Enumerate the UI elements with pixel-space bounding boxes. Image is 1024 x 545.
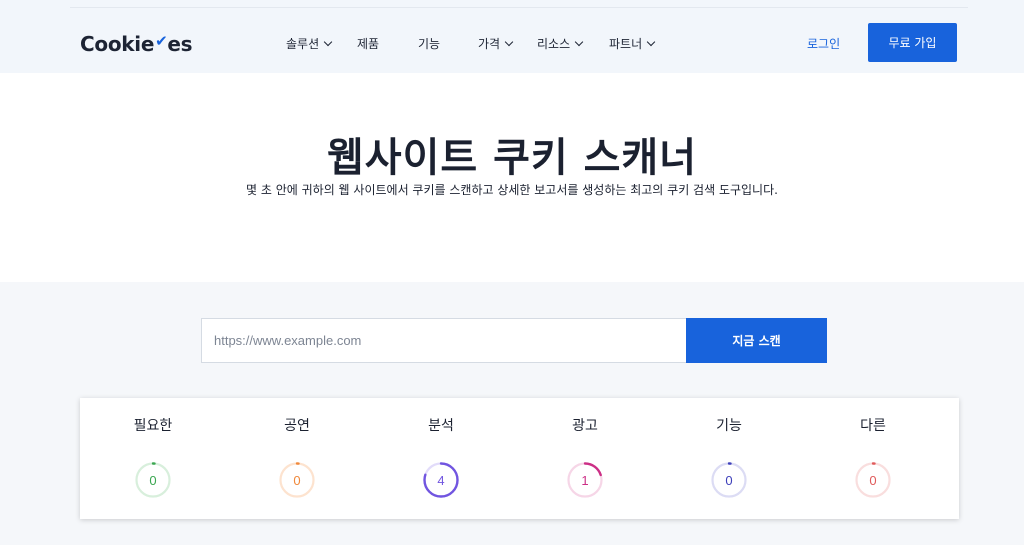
site-header: Cookie ✔ es 솔루션 제품 기능 가격 리소스 파트너 로그인 무료 가입 bbox=[0, 0, 1024, 73]
category-item: 기능 0 bbox=[656, 398, 802, 519]
category-item: 광고 1 bbox=[512, 398, 658, 519]
category-label: 기능 bbox=[716, 418, 742, 434]
category-count: 0 bbox=[149, 472, 157, 488]
nav-item-label: 리소스 bbox=[537, 37, 571, 51]
logo[interactable]: Cookie ✔ es bbox=[80, 32, 193, 56]
category-label: 다른 bbox=[860, 418, 886, 434]
category-count: 0 bbox=[293, 472, 301, 488]
chevron-down-icon bbox=[504, 37, 514, 46]
nav-item[interactable]: 제품 bbox=[357, 35, 379, 52]
page-subtitle: 몇 초 안에 귀하의 웹 사이트에서 쿠키를 스캔하고 상세한 보고서를 생성하… bbox=[246, 183, 778, 197]
category-item: 분석 4 bbox=[368, 398, 514, 519]
category-item: 필요한 0 bbox=[80, 398, 226, 519]
page-title: 웹사이트 쿠키 스캐너 bbox=[326, 135, 698, 181]
login-link[interactable]: 로그인 bbox=[807, 35, 840, 52]
nav-item[interactable]: 기능 bbox=[418, 35, 440, 52]
chevron-down-icon bbox=[574, 37, 584, 46]
nav-item-label: 기능 bbox=[418, 37, 441, 51]
nav-item-label: 제품 bbox=[357, 37, 380, 51]
category-count: 0 bbox=[869, 472, 877, 488]
nav-item[interactable]: 솔루션 bbox=[286, 35, 333, 52]
cookie-category-summary: 필요한 0 공연 0 분석 4 광고 1 기능 0 다른 0 bbox=[80, 398, 959, 519]
nav-item[interactable]: 가격 bbox=[478, 35, 514, 52]
category-label: 공연 bbox=[284, 418, 310, 434]
category-label: 분석 bbox=[428, 418, 454, 434]
category-item: 다른 0 bbox=[800, 398, 946, 519]
logo-text: Cookie bbox=[80, 32, 155, 56]
nav-item-label: 가격 bbox=[478, 37, 501, 51]
logo-check-icon: ✔ bbox=[155, 32, 168, 50]
header-divider bbox=[70, 7, 968, 8]
category-label: 광고 bbox=[572, 418, 598, 434]
nav-item-label: 파트너 bbox=[609, 37, 643, 51]
logo-suffix: es bbox=[167, 32, 193, 56]
signup-button[interactable]: 무료 가입 bbox=[868, 23, 957, 62]
hero-section: 웹사이트 쿠키 스캐너 몇 초 안에 귀하의 웹 사이트에서 쿠키를 스캔하고 … bbox=[0, 73, 1024, 282]
category-count: 4 bbox=[437, 472, 445, 488]
chevron-down-icon bbox=[323, 37, 333, 46]
category-count: 1 bbox=[581, 472, 589, 488]
category-item: 공연 0 bbox=[224, 398, 370, 519]
nav-item[interactable]: 리소스 bbox=[537, 35, 584, 52]
nav-item[interactable]: 파트너 bbox=[609, 35, 656, 52]
category-count: 0 bbox=[725, 472, 733, 488]
scan-now-button[interactable]: 지금 스캔 bbox=[686, 318, 827, 363]
nav-item-label: 솔루션 bbox=[286, 37, 320, 51]
url-input[interactable] bbox=[201, 318, 687, 363]
chevron-down-icon bbox=[646, 37, 656, 46]
category-label: 필요한 bbox=[133, 418, 173, 434]
